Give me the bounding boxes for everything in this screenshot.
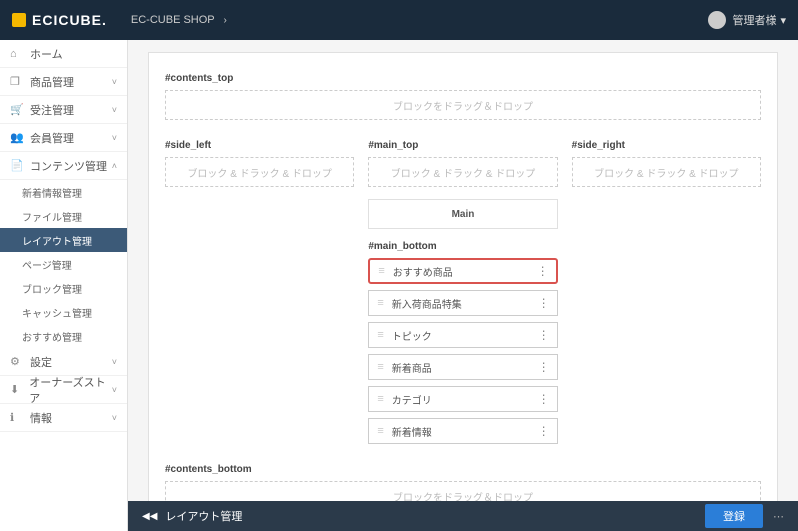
nav-label: 会員管理 (30, 130, 74, 146)
sub-item-2[interactable]: レイアウト管理 (0, 228, 127, 252)
grip-icon: ≡ (377, 425, 383, 437)
chevron-right-icon: › (224, 15, 227, 26)
more-dots-icon[interactable]: ⋮ (538, 392, 549, 406)
more-dots-icon[interactable]: ⋮ (538, 296, 549, 310)
shop-selector[interactable]: EC-CUBE SHOP › (131, 14, 227, 26)
block-item-2[interactable]: ≡ トピック ⋮ (368, 322, 557, 348)
more-dots-icon[interactable]: ⋮ (538, 360, 549, 374)
section-contents-bottom: #contents_bottom (165, 464, 761, 475)
sub-item-5[interactable]: キャッシュ管理 (0, 300, 127, 324)
nav-icon: 👥 (10, 131, 24, 144)
nav-label: 情報 (30, 410, 52, 426)
chevron-icon: ˅ (112, 357, 117, 367)
dropzone-contents-bottom[interactable]: ブロックをドラッグ＆ドロップ (165, 481, 761, 501)
logo[interactable]: ECICUBE. (12, 12, 107, 28)
block-label: おすすめ商品 (393, 264, 453, 279)
block-item-3[interactable]: ≡ 新着商品 ⋮ (368, 354, 557, 380)
chevron-icon: ˅ (112, 77, 117, 87)
nav-item-7[interactable]: ℹ 情報 ˅ (0, 404, 127, 432)
nav-label: ホーム (30, 46, 63, 62)
sub-item-0[interactable]: 新着情報管理 (0, 180, 127, 204)
chevron-icon: ˅ (112, 413, 117, 423)
sidebar: ⌂ ホーム ❐ 商品管理 ˅ 🛒 受注管理 ˅ 👥 会員管理 ˅ 📄 コンテンツ管理 ˄ 新着情報管理ファイ… (0, 40, 128, 531)
nav-icon: ⬇ (10, 383, 23, 396)
chevron-icon: ˅ (112, 133, 117, 143)
logo-text: ECICUBE. (32, 12, 107, 28)
main-bottom-blocks: ≡ おすすめ商品 ⋮ ≡ 新入荷商品特集 ⋮ ≡ トピック ⋮ ≡ 新着商品 ⋮ ≡ カテゴリ ⋮ ≡ 新着情報… (368, 258, 557, 444)
block-label: 新入荷商品特集 (392, 296, 462, 311)
chevron-icon: ˅ (112, 105, 117, 115)
block-item-1[interactable]: ≡ 新入荷商品特集 ⋮ (368, 290, 557, 316)
sub-item-3[interactable]: ページ管理 (0, 252, 127, 276)
shop-name: EC-CUBE SHOP (131, 14, 215, 26)
section-side-left: #side_left (165, 140, 354, 151)
more-icon[interactable]: ⋯ (773, 510, 784, 523)
dropzone-main-top[interactable]: ブロック & ドラック & ドロップ (368, 157, 557, 187)
dropzone-side-right[interactable]: ブロック & ドラック & ドロップ (572, 157, 761, 187)
nav-item-2[interactable]: 🛒 受注管理 ˅ (0, 96, 127, 124)
user-label: 管理者様 (732, 12, 776, 28)
nav-item-4[interactable]: 📄 コンテンツ管理 ˄ (0, 152, 127, 180)
block-item-4[interactable]: ≡ カテゴリ ⋮ (368, 386, 557, 412)
nav-item-0[interactable]: ⌂ ホーム (0, 40, 127, 68)
nav-icon: ❐ (10, 75, 24, 88)
nav-item-1[interactable]: ❐ 商品管理 ˅ (0, 68, 127, 96)
logo-badge-icon (12, 13, 26, 27)
block-label: 新着情報 (392, 424, 432, 439)
nav-icon: ℹ (10, 411, 24, 424)
section-contents-top: #contents_top (165, 73, 761, 84)
block-label: 新着商品 (392, 360, 432, 375)
section-side-right: #side_right (572, 140, 761, 151)
sub-item-4[interactable]: ブロック管理 (0, 276, 127, 300)
nav-item-6[interactable]: ⬇ オーナーズストア˅ (0, 376, 127, 404)
nav-item-5[interactable]: ⚙ 設定 ˅ (0, 348, 127, 376)
nav-icon: 📄 (10, 159, 24, 172)
grip-icon: ≡ (378, 265, 384, 277)
nav-item-3[interactable]: 👥 会員管理 ˅ (0, 124, 127, 152)
dropzone-contents-top[interactable]: ブロックをドラッグ＆ドロップ (165, 90, 761, 120)
more-dots-icon[interactable]: ⋮ (538, 424, 549, 438)
save-button[interactable]: 登録 (705, 504, 763, 528)
block-item-0[interactable]: ≡ おすすめ商品 ⋮ (368, 258, 557, 284)
main-content: #contents_top ブロックをドラッグ＆ドロップ #side_left … (128, 40, 798, 501)
avatar-icon (708, 11, 726, 29)
more-dots-icon[interactable]: ⋮ (538, 328, 549, 342)
grip-icon: ≡ (377, 329, 383, 341)
block-label: カテゴリ (392, 392, 432, 407)
chevron-icon: ˄ (112, 161, 117, 171)
layout-panel: #contents_top ブロックをドラッグ＆ドロップ #side_left … (148, 52, 778, 501)
nav-icon: 🛒 (10, 103, 24, 116)
rewind-icon[interactable]: ◀◀ (142, 511, 157, 522)
nav-label: コンテンツ管理 (30, 158, 107, 174)
dropzone-side-left[interactable]: ブロック & ドラック & ドロップ (165, 157, 354, 187)
sub-item-1[interactable]: ファイル管理 (0, 204, 127, 228)
grip-icon: ≡ (377, 297, 383, 309)
block-item-5[interactable]: ≡ 新着情報 ⋮ (368, 418, 557, 444)
nav-icon: ⚙ (10, 355, 24, 368)
footer-bar: ◀◀ レイアウト管理 登録 ⋯ (128, 501, 798, 531)
topbar: ECICUBE. EC-CUBE SHOP › 管理者様 ▾ (0, 0, 798, 40)
user-menu[interactable]: 管理者様 ▾ (708, 11, 786, 29)
chevron-down-icon: ▾ (780, 14, 786, 27)
block-label: トピック (392, 328, 432, 343)
grip-icon: ≡ (377, 361, 383, 373)
grip-icon: ≡ (377, 393, 383, 405)
sub-item-6[interactable]: おすすめ管理 (0, 324, 127, 348)
more-dots-icon[interactable]: ⋮ (537, 264, 548, 278)
section-main-bottom: #main_bottom (368, 241, 557, 252)
section-main-top: #main_top (368, 140, 557, 151)
nav-icon: ⌂ (10, 48, 24, 60)
nav-label: オーナーズストア (29, 374, 112, 406)
chevron-icon: ˅ (112, 385, 117, 395)
main-region: Main (368, 199, 557, 229)
nav-label: 受注管理 (30, 102, 74, 118)
footer-title: レイアウト管理 (165, 508, 242, 524)
nav-label: 商品管理 (30, 74, 74, 90)
nav-label: 設定 (30, 354, 52, 370)
